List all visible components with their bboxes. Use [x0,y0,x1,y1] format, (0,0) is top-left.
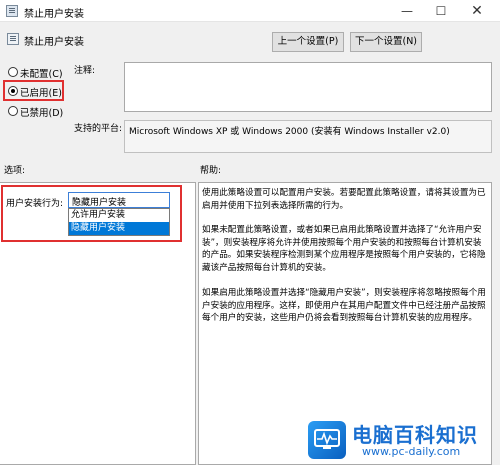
supported-platform-box: Microsoft Windows XP 或 Windows 2000 (安装有… [124,120,492,153]
radio-circle-icon [8,106,18,116]
watermark: 电脑百科知识 www.pc-daily.com [300,413,500,465]
supported-platform-label: 支持的平台: [74,124,123,134]
help-paragraph: 使用此策略设置可以配置用户安装。若要配置此策略设置，请将其设置为已启用并使用下拉… [202,188,486,211]
minimize-button[interactable]: — [392,0,422,22]
supported-platform-value: Microsoft Windows XP 或 Windows 2000 (安装有… [129,127,450,137]
pulse-monitor-logo-icon [308,421,346,459]
radio-label: 未配置(C) [20,69,63,80]
watermark-url: www.pc-daily.com [362,445,461,458]
maximize-button[interactable]: ☐ [426,0,456,22]
next-setting-button[interactable]: 下一个设置(N) [350,32,422,52]
previous-setting-button[interactable]: 上一个设置(P) [272,32,344,52]
help-paragraph: 如果启用此策略设置并选择“隐藏用户安装”，则安装程序将忽略按照每个用户安装的应用… [202,288,486,324]
policy-setting-icon [7,33,19,45]
title-bar: 禁止用户安装 — ☐ ✕ [0,0,500,22]
highlight-box-options [1,185,182,242]
policy-name: 禁止用户安装 [24,37,84,48]
window-title: 禁止用户安装 [24,9,84,20]
policy-window-icon [6,5,18,17]
close-button[interactable]: ✕ [462,0,492,22]
comment-label: 注释: [74,66,96,76]
help-heading: 帮助: [200,166,222,176]
watermark-title: 电脑百科知识 [352,423,478,447]
help-paragraph: 如果未配置此策略设置，或者如果已启用此策略设置并选择了“允许用户安装”，则安装程… [202,225,486,273]
comment-textarea[interactable] [124,62,492,112]
options-heading: 选项: [4,166,26,176]
radio-circle-icon [8,67,18,77]
highlight-box-enabled [3,80,64,101]
radio-label: 已禁用(D) [20,108,64,119]
